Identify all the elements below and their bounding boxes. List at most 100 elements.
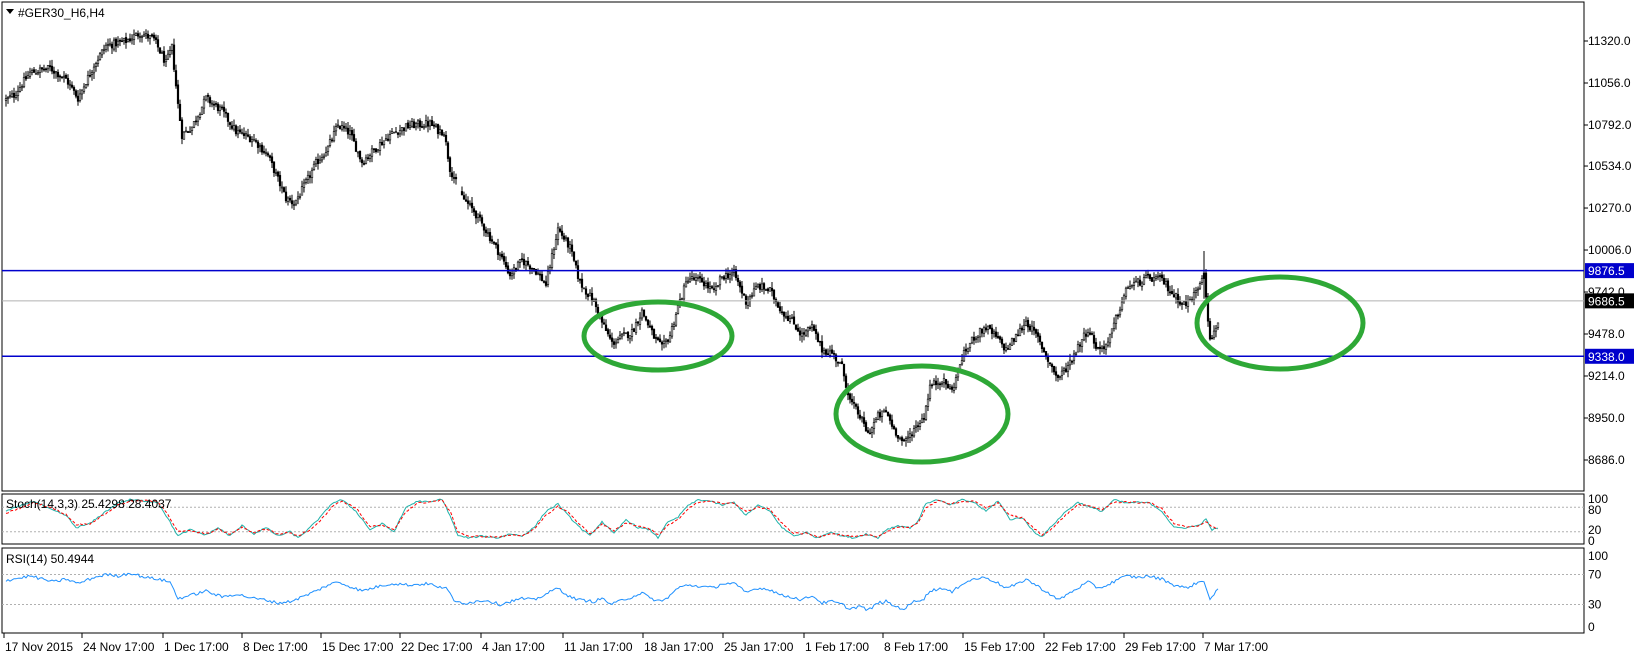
candle-body (1118, 309, 1122, 316)
candle-body (944, 379, 948, 385)
candle-body (668, 335, 672, 343)
candle-body (1212, 330, 1216, 338)
candle-body (298, 196, 302, 198)
candle-body (912, 428, 916, 437)
candle-body (1110, 328, 1114, 334)
candle-body (1064, 368, 1068, 372)
candle-body (1084, 333, 1088, 337)
candle-body (168, 50, 172, 55)
chart-window[interactable]: 11320.0 11056.0 10792.0 10534.0 10270.0 10006… (0, 0, 1634, 658)
candle-body (936, 383, 940, 386)
resistance-price-label: 9876.5 (1588, 264, 1625, 278)
candle-body (282, 187, 286, 192)
candle-body (528, 265, 532, 270)
candle-body (416, 120, 420, 125)
candle-body (1066, 365, 1070, 372)
candle-body (1108, 333, 1112, 344)
candle-body (758, 284, 762, 290)
candle-body (1136, 278, 1140, 283)
candle-body (74, 90, 78, 97)
candle-body (212, 103, 216, 106)
candle-body (148, 35, 152, 39)
candle-body (356, 151, 360, 154)
stoch-panel[interactable] (1, 493, 1585, 545)
price-tick-label: 10792.0 (1588, 118, 1632, 132)
candle-body (380, 141, 384, 146)
candle-body (120, 40, 124, 43)
candle-body (166, 53, 170, 60)
candle-body (666, 339, 670, 342)
candle-body (656, 337, 660, 341)
candle-body (894, 428, 898, 436)
candle-body (832, 353, 836, 355)
candle-body (126, 39, 130, 43)
candle-body (236, 130, 240, 135)
candle-body (434, 124, 438, 127)
candle-body (360, 159, 364, 164)
candle-body (1164, 281, 1168, 285)
candle-body (294, 199, 298, 205)
candle-body (396, 132, 400, 135)
price-panel[interactable] (1, 1, 1585, 492)
candle-body (980, 328, 984, 334)
candle-body (1038, 335, 1042, 342)
candle-body (1026, 319, 1030, 328)
candle-body (602, 322, 606, 325)
candle-body (714, 286, 718, 291)
candle-body (1092, 335, 1096, 344)
candle-body (628, 335, 632, 340)
candle-body (500, 253, 504, 258)
candle-body (1002, 343, 1006, 351)
candle-body (222, 106, 226, 112)
candle-body (778, 306, 782, 312)
candle-body (408, 125, 412, 128)
rsi-level-30: 30 (1588, 598, 1602, 612)
candle-body (66, 78, 70, 85)
candle-body (1088, 332, 1092, 335)
rsi-level-70b: 70 (1588, 568, 1602, 582)
candle-body (680, 297, 684, 300)
candle-body (182, 131, 186, 140)
candle-body (274, 172, 278, 174)
candle-body (952, 387, 956, 391)
candle-body (590, 293, 594, 302)
candle-body (982, 327, 986, 334)
candle-body (1170, 291, 1174, 295)
candle-body (268, 155, 272, 158)
time-tick-label: 22 Feb 17:00 (1045, 640, 1116, 654)
candle-body (686, 280, 690, 283)
candle-body (1098, 346, 1102, 349)
candle-body (332, 131, 336, 142)
candle-body (164, 59, 168, 63)
candle-body (288, 197, 292, 201)
candle-body (62, 75, 66, 78)
candle-body (950, 386, 954, 390)
candle-body (216, 103, 220, 111)
candle-body (214, 103, 218, 105)
candle-body (232, 125, 236, 130)
candle-body (152, 34, 156, 39)
candle-body (60, 76, 64, 78)
candle-body (798, 330, 802, 336)
candle-body (540, 274, 544, 282)
time-tick-label: 17 Nov 2015 (5, 640, 73, 654)
rsi-panel[interactable] (1, 547, 1585, 634)
candle-body (1158, 275, 1162, 277)
candle-body (966, 348, 970, 352)
candle-body (618, 334, 622, 339)
candle-body (580, 278, 584, 288)
candle-body (794, 324, 798, 330)
candle-body (460, 191, 464, 196)
candle-body (374, 148, 378, 152)
candle-body (870, 427, 874, 433)
candle-body (258, 145, 262, 148)
candle-body (238, 129, 242, 133)
candle-body (516, 261, 520, 270)
candle-body (718, 276, 722, 286)
candle-body (760, 283, 764, 291)
candle-body (806, 327, 810, 332)
candle-body (524, 261, 528, 266)
candle-body (392, 131, 396, 134)
candle-body (188, 131, 192, 133)
candle-body (920, 418, 924, 424)
